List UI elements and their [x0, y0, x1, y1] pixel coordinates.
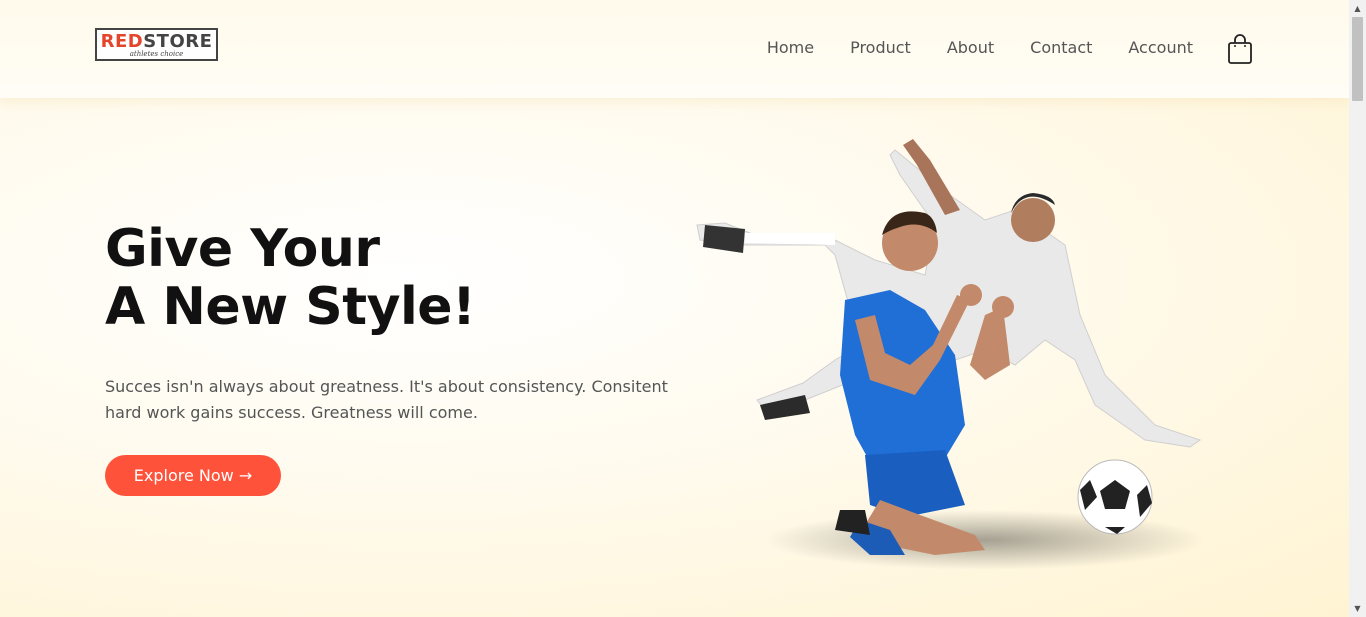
brand-logo[interactable]: REDSTORE athletes choice	[95, 28, 218, 61]
nav-home[interactable]: Home	[767, 38, 814, 57]
scroll-down-arrow-icon[interactable]: ▼	[1349, 600, 1366, 617]
scroll-thumb[interactable]	[1352, 17, 1363, 101]
nav-contact[interactable]: Contact	[1030, 38, 1092, 57]
nav-product[interactable]: Product	[850, 38, 911, 57]
logo-wordmark: REDSTORE	[100, 31, 213, 52]
page-scrollbar[interactable]: ▲ ▼	[1349, 0, 1366, 617]
hero-image	[685, 125, 1245, 585]
nav-about[interactable]: About	[947, 38, 994, 57]
hero-title-line-2: A New Style!	[105, 277, 476, 337]
logo-tagline: athletes choice	[129, 50, 184, 58]
hero-title-line-1: Give Your	[105, 219, 380, 279]
shopping-bag-icon[interactable]	[1227, 33, 1253, 65]
hero-title: Give Your A New Style!	[105, 219, 476, 337]
explore-now-button[interactable]: Explore Now →	[105, 455, 281, 496]
site-header: REDSTORE athletes choice Home Product Ab…	[0, 0, 1349, 98]
main-nav: Home Product About Contact Account	[767, 38, 1193, 57]
nav-account[interactable]: Account	[1128, 38, 1193, 57]
hero-description: Succes isn'n always about greatness. It'…	[105, 377, 668, 422]
scroll-up-arrow-icon[interactable]: ▲	[1349, 0, 1366, 17]
